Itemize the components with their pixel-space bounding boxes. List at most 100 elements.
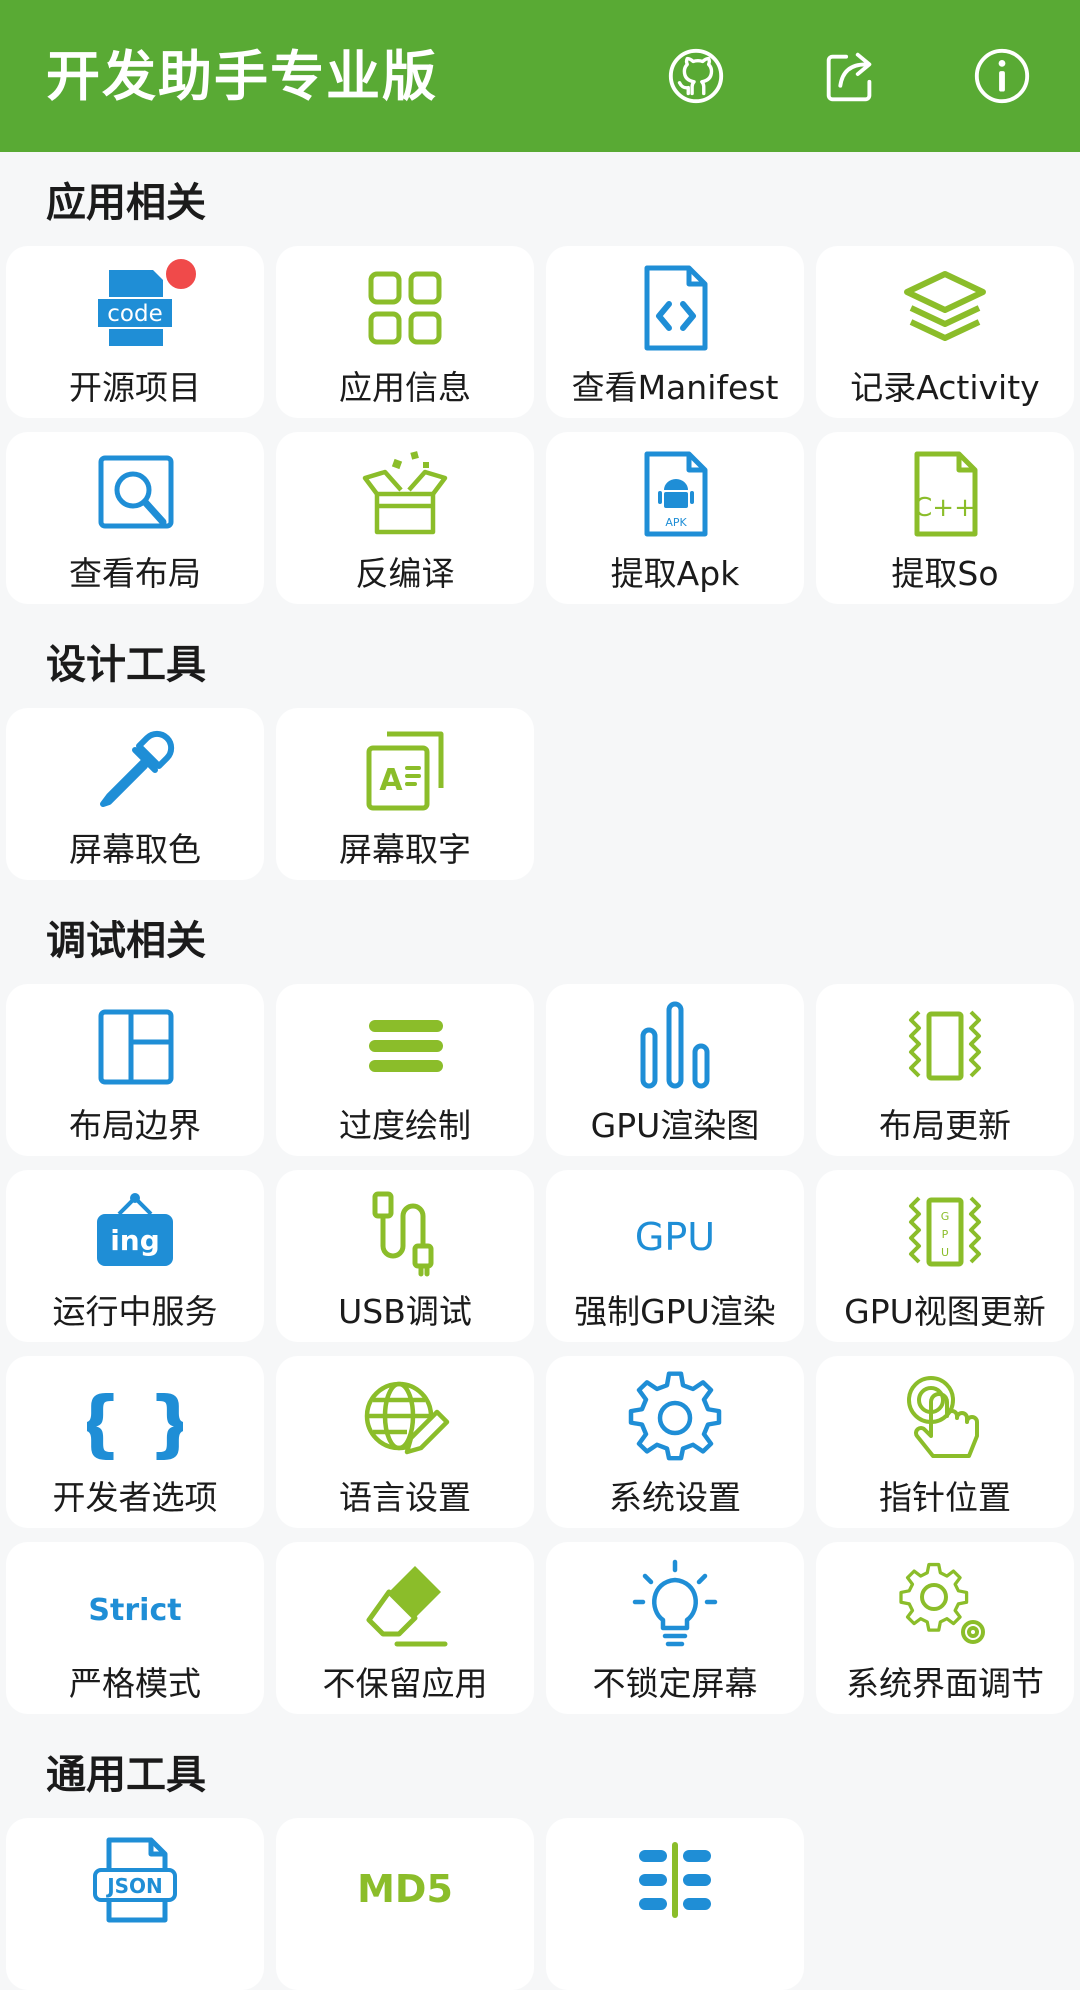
cpp-file-icon: C++ <box>914 451 978 537</box>
svg-text:APK: APK <box>665 516 687 529</box>
svg-text:Strict: Strict <box>88 1593 181 1628</box>
tool-developer-options[interactable]: { } 开发者选项 <box>6 1356 264 1528</box>
strict-text-icon: Strict <box>88 1593 181 1628</box>
tool-view-manifest[interactable]: 查看Manifest <box>546 246 804 418</box>
tool-timeline[interactable] <box>546 1818 804 1990</box>
md5-text-icon: MD5 <box>357 1867 453 1911</box>
gpu-text-icon: GPU <box>635 1215 715 1259</box>
svg-text:ing: ing <box>110 1224 160 1257</box>
svg-text:C++: C++ <box>914 493 976 523</box>
gears-icon <box>899 1562 985 1644</box>
tile-label: 查看布局 <box>69 554 201 593</box>
tile-label: 屏幕取字 <box>339 830 471 869</box>
search-layout-icon <box>98 455 174 529</box>
tool-layout-bounds[interactable]: 布局边界 <box>6 984 264 1156</box>
layout-bounds-icon <box>98 1009 174 1085</box>
tile-label: 不保留应用 <box>322 1664 488 1703</box>
tool-color-picker[interactable]: 屏幕取色 <box>6 708 264 880</box>
tool-decompile[interactable]: 反编译 <box>276 432 534 604</box>
svg-text:MD5: MD5 <box>357 1867 453 1911</box>
tool-text-capture[interactable]: A 屏幕取字 <box>276 708 534 880</box>
tool-dont-keep-activities[interactable]: 不保留应用 <box>276 1542 534 1714</box>
tool-usb-debugging[interactable]: USB调试 <box>276 1170 534 1342</box>
github-button[interactable] <box>660 40 732 112</box>
section-title-app: 应用相关 <box>46 180 206 226</box>
info-icon <box>974 48 1030 104</box>
tool-system-settings[interactable]: 系统设置 <box>546 1356 804 1528</box>
section-title-design: 设计工具 <box>46 642 206 688</box>
ing-sign-icon: ing <box>97 1193 173 1266</box>
tile-label: GPU渲染图 <box>590 1106 760 1145</box>
layout-update-icon <box>909 1010 981 1081</box>
tool-pointer-location[interactable]: 指针位置 <box>816 1356 1074 1528</box>
apk-file-icon: APK <box>644 451 708 537</box>
svg-text:code: code <box>107 301 162 327</box>
section-title-general: 通用工具 <box>46 1752 206 1798</box>
tool-record-activity[interactable]: 记录Activity <box>816 246 1074 418</box>
tool-running-services[interactable]: ing 运行中服务 <box>6 1170 264 1342</box>
svg-text:A: A <box>379 763 403 798</box>
share-icon <box>826 52 872 102</box>
svg-text:JSON: JSON <box>105 1874 163 1898</box>
grid-icon <box>368 271 442 345</box>
tile-label: 系统设置 <box>609 1478 741 1517</box>
tile-label: 语言设置 <box>339 1478 471 1517</box>
svg-text:U: U <box>941 1246 949 1259</box>
tile-label: 屏幕取色 <box>69 830 201 869</box>
info-button[interactable] <box>966 40 1038 112</box>
text-capture-icon: A <box>366 731 444 811</box>
tile-label: 指针位置 <box>879 1478 1011 1517</box>
tile-label: 提取So <box>891 554 999 593</box>
tile-label: 提取Apk <box>610 554 740 593</box>
gear-icon <box>628 1371 722 1461</box>
menu-lines-icon <box>369 1020 443 1072</box>
json-file-icon: JSON <box>93 1837 177 1923</box>
layers-icon <box>904 271 986 341</box>
tile-label: 查看Manifest <box>571 368 779 407</box>
app-title: 开发助手专业版 <box>46 45 438 108</box>
braces-icon: { } <box>87 1381 183 1465</box>
lightbulb-icon <box>632 1559 718 1647</box>
tile-label: 运行中服务 <box>52 1292 218 1331</box>
tool-gpu-profile[interactable]: GPU渲染图 <box>546 984 804 1156</box>
tool-open-source[interactable]: code 开源项目 <box>6 246 264 418</box>
svg-text:{ }: { } <box>87 1381 183 1465</box>
tool-json[interactable]: JSON <box>6 1818 264 1990</box>
svg-text:P: P <box>942 1228 949 1241</box>
tool-extract-apk[interactable]: APK 提取Apk <box>546 432 804 604</box>
tool-stay-awake[interactable]: 不锁定屏幕 <box>546 1542 804 1714</box>
tile-label: 强制GPU渲染 <box>574 1292 776 1331</box>
svg-text:G: G <box>941 1210 950 1223</box>
tile-label: 布局边界 <box>69 1106 201 1145</box>
tool-overdraw[interactable]: 过度绘制 <box>276 984 534 1156</box>
tool-system-ui-tuner[interactable]: 系统界面调节 <box>816 1542 1074 1714</box>
tool-language-settings[interactable]: 语言设置 <box>276 1356 534 1528</box>
tool-force-gpu[interactable]: GPU 强制GPU渲染 <box>546 1170 804 1342</box>
code-file-icon <box>644 265 708 351</box>
tool-extract-so[interactable]: C++ 提取So <box>816 432 1074 604</box>
tile-label: GPU视图更新 <box>844 1292 1046 1331</box>
usb-cable-icon <box>372 1191 434 1277</box>
tile-label: 严格模式 <box>69 1664 201 1703</box>
tile-label: 开发者选项 <box>52 1478 218 1517</box>
tile-label: USB调试 <box>338 1292 472 1331</box>
tool-app-info[interactable]: 应用信息 <box>276 246 534 418</box>
tile-label: 记录Activity <box>850 368 1040 407</box>
eyedropper-icon <box>100 730 175 807</box>
tile-label: 开源项目 <box>69 368 201 407</box>
tile-label: 反编译 <box>355 554 455 593</box>
app-bar: 开发助手专业版 <box>0 0 1080 152</box>
touch-pointer-icon <box>907 1376 979 1458</box>
tools-list: 应用相关 code 开源项目 应用信息 查看Manifest 记录Activit… <box>0 152 1080 1990</box>
tile-label: 不锁定屏幕 <box>592 1664 758 1703</box>
tile-label: 布局更新 <box>879 1106 1011 1145</box>
tool-gpu-view-update[interactable]: G P U GPU视图更新 <box>816 1170 1074 1342</box>
tool-md5[interactable]: MD5 <box>276 1818 534 1990</box>
bar-chart-icon <box>640 1001 710 1089</box>
share-button[interactable] <box>814 40 886 112</box>
tile-label: 过度绘制 <box>339 1106 471 1145</box>
gpu-view-update-icon: G P U <box>909 1196 981 1267</box>
tool-strict-mode[interactable]: Strict 严格模式 <box>6 1542 264 1714</box>
tool-layout-update[interactable]: 布局更新 <box>816 984 1074 1156</box>
tool-view-layout[interactable]: 查看布局 <box>6 432 264 604</box>
